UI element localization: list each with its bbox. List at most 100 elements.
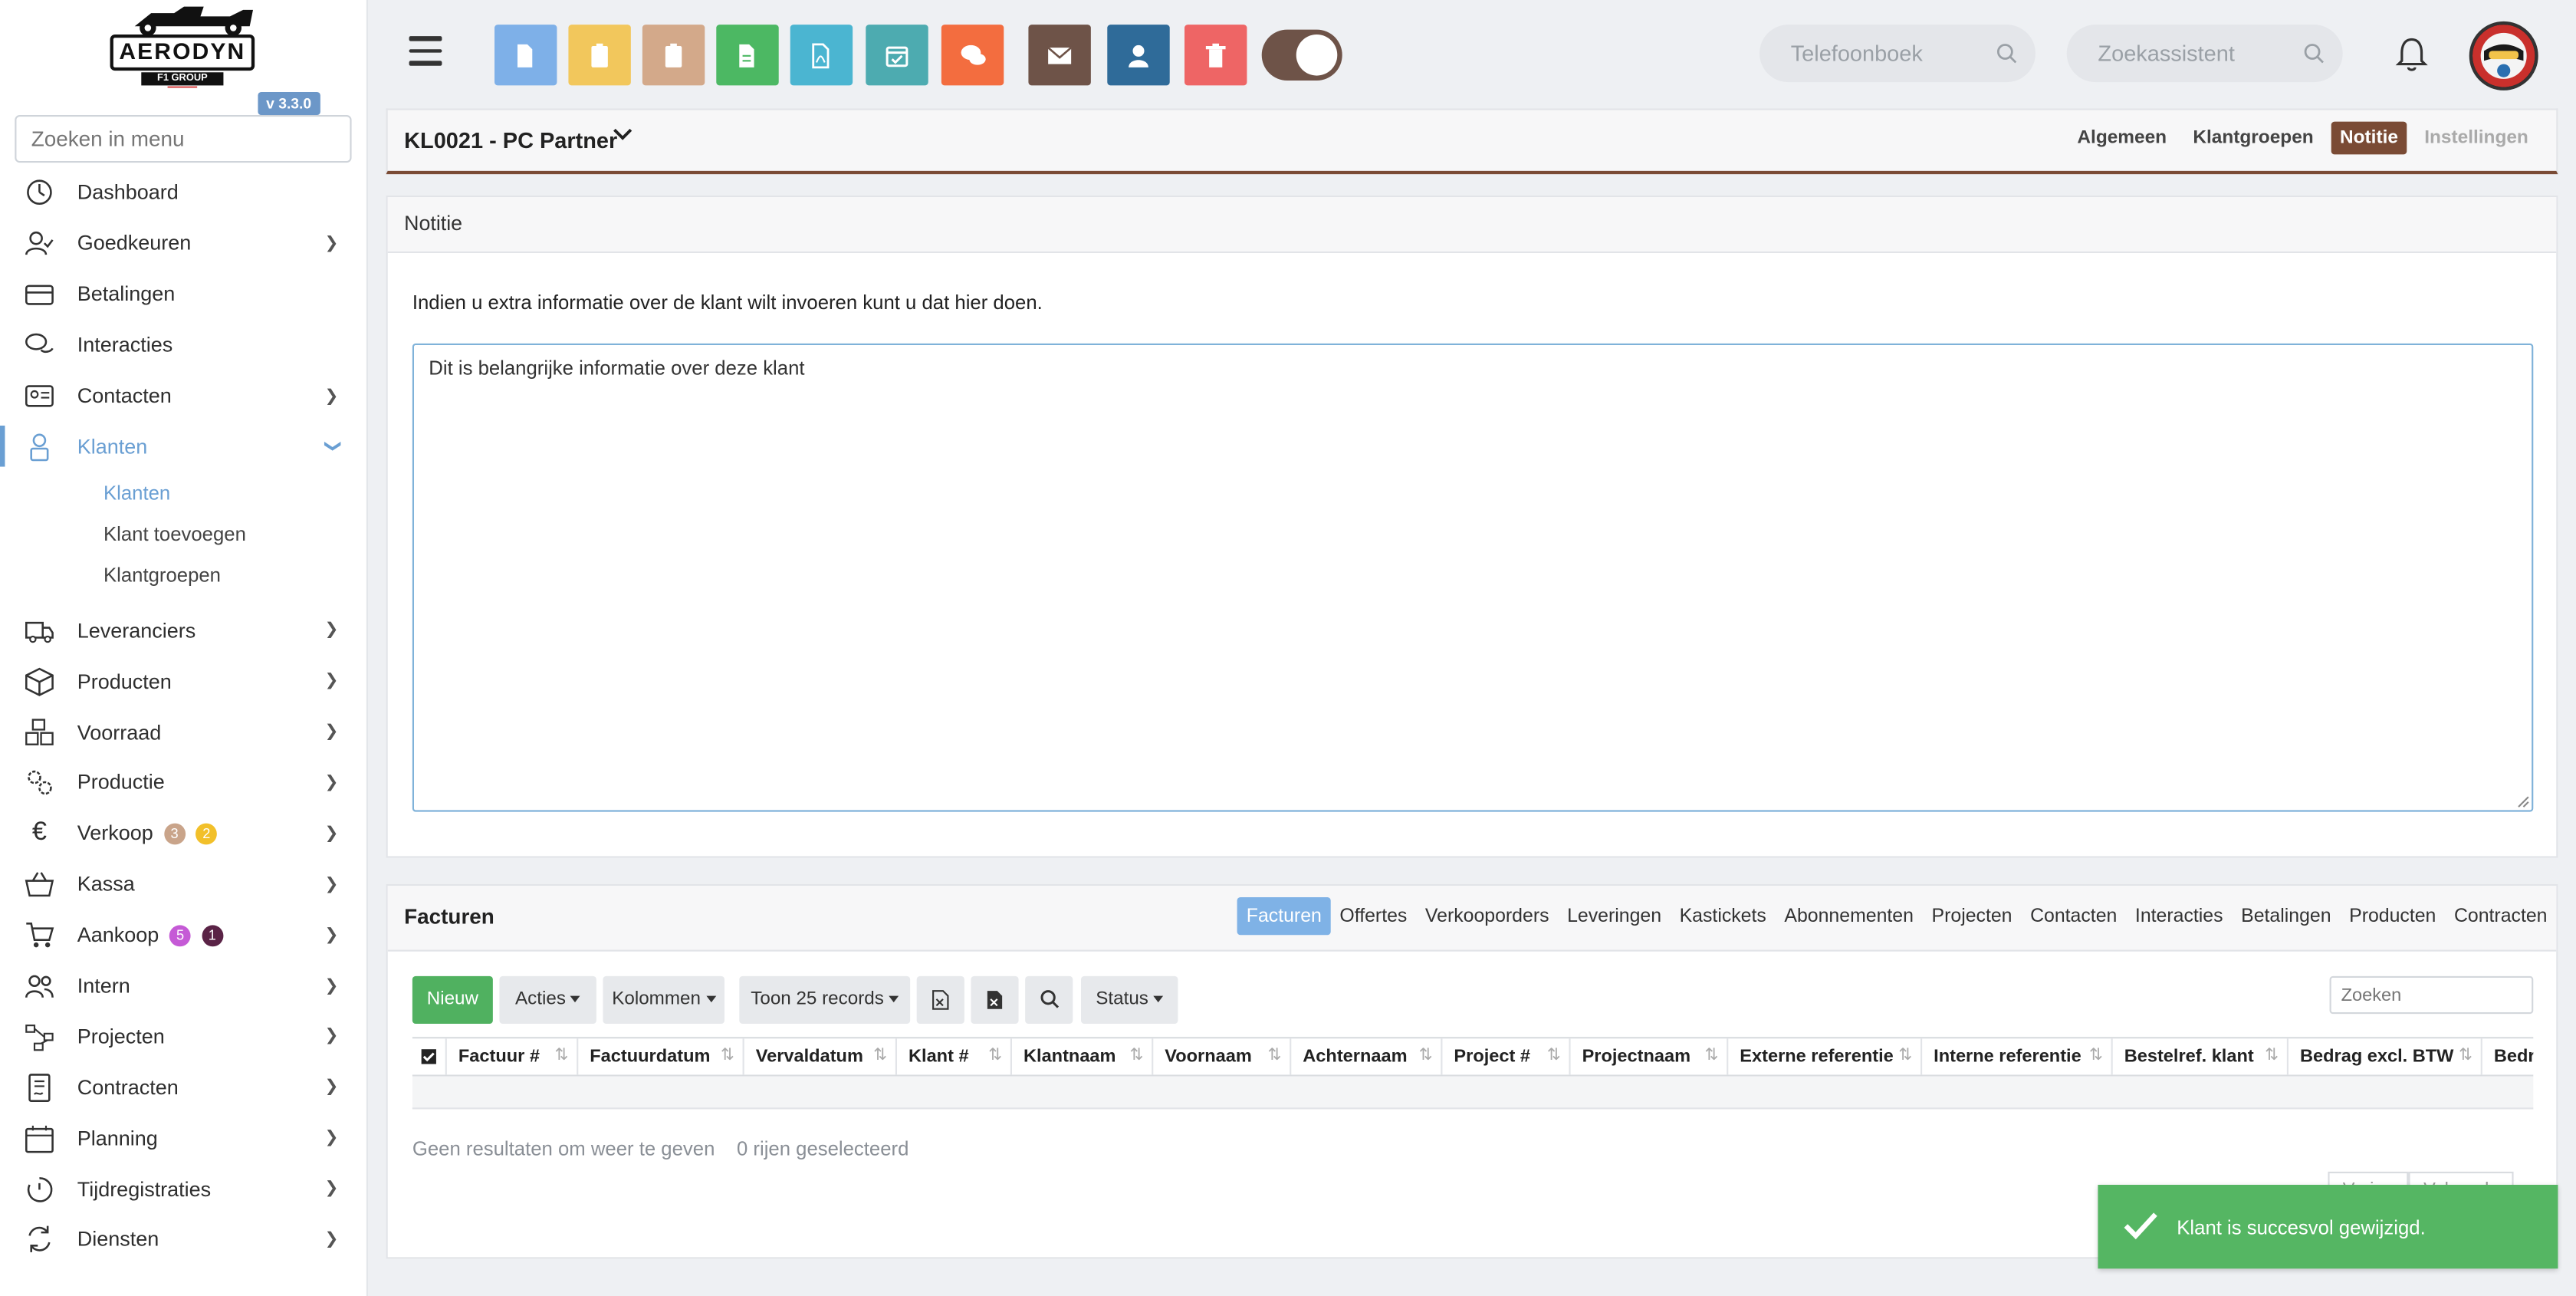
success-toast[interactable]: Klant is succesvol gewijzigd. [2098,1185,2558,1269]
bell-icon[interactable] [2394,36,2430,72]
export-pdf-button[interactable] [971,975,1019,1024]
note-textarea[interactable] [412,343,2534,812]
calendar-check-quick-button[interactable] [866,25,928,86]
sidebar-item-betalingen[interactable]: Betalingen [0,269,368,320]
status-label: Status [1096,989,1148,1009]
avatar[interactable] [2469,21,2538,90]
document-quick-button[interactable] [495,25,557,86]
sidebar-item-contacten[interactable]: Contacten ❯ [0,370,368,421]
sidebar-subitem-klantgroepen[interactable]: Klantgroepen [0,554,368,596]
sidebar-item-planning[interactable]: Planning ❯ [0,1113,368,1163]
chevron-right-icon: ❯ [324,1028,339,1046]
status-dropdown[interactable]: Status [1081,975,1178,1024]
select-all-checkbox[interactable] [412,1038,447,1075]
caret-down-icon [1153,995,1164,1003]
actions-dropdown[interactable]: Acties [499,975,596,1024]
sidebar-item-klanten[interactable]: Klanten ❯ [0,422,368,472]
records-dropdown[interactable]: Toon 25 records [739,975,911,1024]
trash-quick-button[interactable] [1184,25,1247,86]
caret-down-icon [705,995,716,1003]
excel-file-icon [932,989,949,1009]
comments-quick-button[interactable] [941,25,1004,86]
clipboard-quick-button[interactable] [642,25,705,86]
sort-icon: ⇅ [1267,1047,1282,1065]
menu-search-input[interactable] [15,115,352,163]
sheet-quick-button[interactable] [716,25,779,86]
sidebar-subitem-klant-toevoegen[interactable]: Klant toevoegen [0,513,368,554]
tab-verkooporders[interactable]: Verkooporders [1416,897,1558,935]
sidebar-subitem-klanten[interactable]: Klanten [0,472,368,514]
export-excel-button[interactable] [916,975,964,1024]
sidebar-item-projecten[interactable]: Projecten ❯ [0,1011,368,1062]
column-header[interactable]: Bestelref. klant ⇅ [2113,1038,2288,1075]
column-header[interactable]: Bedrag excl. BTW ⇅ [2288,1038,2482,1075]
new-button[interactable]: Nieuw [412,975,493,1024]
sidebar-item-aankoop[interactable]: Aankoop 5 1 ❯ [0,910,368,960]
table-search-input[interactable] [2329,975,2534,1015]
resize-handle-icon[interactable] [2517,795,2530,808]
chevron-down-icon[interactable] [613,125,632,145]
tab-facturen[interactable]: Facturen [1237,897,1331,936]
tab-interacties[interactable]: Interacties [2126,897,2232,935]
sidebar-item-label: Aankoop [77,923,159,947]
sidebar-item-label: Contacten [77,384,172,408]
tab-betalingen[interactable]: Betalingen [2232,897,2340,935]
assistant-placeholder: Zoekassistent [2098,41,2235,66]
related-tabs: Facturen Offertes Verkooporders Leveringen K… [1237,897,2556,936]
brand-subtitle: F1 GROUP [156,74,208,84]
sidebar-item-dashboard[interactable]: Dashboard [0,168,368,219]
brand-logo[interactable]: AERODYN F1 GROUP [102,3,263,88]
tab-klantgroepen[interactable]: Klantgroepen [2185,122,2322,155]
assistant-search-input[interactable]: Zoekassistent [2066,25,2343,83]
theme-toggle[interactable] [1261,29,1342,81]
sidebar-item-diensten[interactable]: Diensten ❯ [0,1215,368,1265]
column-header[interactable]: Projectnaam ⇅ [1571,1038,1729,1075]
column-header[interactable]: Factuur # ⇅ [447,1038,579,1075]
sidebar-item-intern[interactable]: Intern ❯ [0,961,368,1011]
tab-producten[interactable]: Producten [2340,897,2445,935]
phonebook-search-input[interactable]: Telefoonboek [1760,25,2036,83]
sidebar-item-voorraad[interactable]: Voorraad ❯ [0,707,368,758]
sort-icon: ⇅ [2459,1047,2472,1065]
selected-rows-text: 0 rijen geselecteerd [736,1136,909,1160]
column-header[interactable]: Klantnaam ⇅ [1012,1038,1154,1075]
column-header[interactable]: Achternaam ⇅ [1291,1038,1443,1075]
sort-icon: ⇅ [1704,1047,1719,1065]
search-toggle-button[interactable] [1025,975,1073,1024]
envelope-quick-button[interactable] [1028,25,1091,86]
table-empty-row [412,1076,2534,1110]
sidebar-item-kassa[interactable]: Kassa ❯ [0,859,368,910]
clipboard-quick-button[interactable] [568,25,631,86]
sidebar-item-verkoop[interactable]: € Verkoop 3 2 ❯ [0,808,368,859]
column-header[interactable]: Factuurdatum ⇅ [578,1038,744,1075]
column-header[interactable]: Bedr [2482,1038,2533,1074]
invoices-title: Facturen [404,903,495,929]
sidebar-item-productie[interactable]: Productie ❯ [0,758,368,808]
sidebar-item-contracten[interactable]: Contracten ❯ [0,1062,368,1113]
column-header[interactable]: Klant # ⇅ [897,1038,1012,1075]
tab-algemeen[interactable]: Algemeen [2069,122,2175,155]
sidebar-item-leveranciers[interactable]: Leveranciers ❯ [0,605,368,656]
menu-toggle-icon[interactable] [409,36,442,66]
tab-abonnementen[interactable]: Abonnementen [1776,897,1923,935]
tab-notitie[interactable]: Notitie [2331,121,2407,155]
column-header[interactable]: Project # ⇅ [1442,1038,1571,1075]
sidebar-item-producten[interactable]: Producten ❯ [0,656,368,707]
tab-offertes[interactable]: Offertes [1331,897,1416,935]
user-quick-button[interactable] [1107,25,1170,86]
tab-leveringen[interactable]: Leveringen [1558,897,1671,935]
columns-dropdown[interactable]: Kolommen [603,975,724,1024]
column-header[interactable]: Externe referentie ⇅ [1728,1038,1923,1075]
tab-contracten[interactable]: Contracten [2445,897,2556,935]
tab-projecten[interactable]: Projecten [1923,897,2022,935]
column-header[interactable]: Vervaldatum ⇅ [744,1038,897,1075]
column-header[interactable]: Voornaam ⇅ [1153,1038,1292,1075]
pdf-quick-button[interactable] [790,25,853,86]
column-header[interactable]: Interne referentie ⇅ [1922,1038,2113,1075]
count-badge: 1 [201,925,223,947]
tab-kastickets[interactable]: Kastickets [1671,897,1776,935]
tab-contacten[interactable]: Contacten [2021,897,2126,935]
sidebar-item-goedkeuren[interactable]: Goedkeuren ❯ [0,219,368,269]
sidebar-item-interacties[interactable]: Interacties [0,320,368,370]
sidebar-item-tijdregistraties[interactable]: Tijdregistraties ❯ [0,1163,368,1214]
